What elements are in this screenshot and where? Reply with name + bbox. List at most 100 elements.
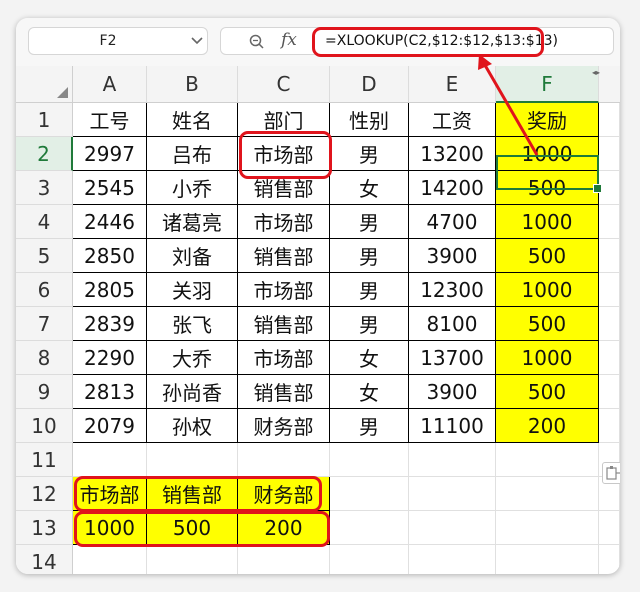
row-header-12[interactable]: 12: [16, 477, 73, 511]
cell-a9[interactable]: 2813: [73, 375, 147, 409]
paste-options-icon[interactable]: [602, 462, 620, 484]
cell-a13[interactable]: 1000: [73, 511, 147, 545]
cell-e12[interactable]: [409, 477, 496, 511]
cell-a5[interactable]: 2850: [73, 239, 147, 273]
cell-d13[interactable]: [330, 511, 409, 545]
formula-input-area[interactable]: fx =XLOOKUP(C2,$12:$12,$13:$13): [220, 27, 614, 55]
cell-b2[interactable]: 吕布: [147, 137, 238, 171]
row-header-7[interactable]: 7: [16, 307, 73, 341]
cell-empty[interactable]: [599, 103, 620, 137]
cell-b1[interactable]: 姓名: [147, 103, 238, 137]
row-header-11[interactable]: 11: [16, 443, 73, 477]
cell-f3[interactable]: 500: [496, 171, 599, 205]
cell-c2[interactable]: 市场部: [238, 137, 330, 171]
cell-d12[interactable]: [330, 477, 409, 511]
column-header-c[interactable]: C: [238, 66, 330, 103]
column-header-e[interactable]: E: [409, 66, 496, 103]
cell-f7[interactable]: 500: [496, 307, 599, 341]
function-icon[interactable]: fx: [281, 30, 297, 50]
cell-a6[interactable]: 2805: [73, 273, 147, 307]
cell-c11[interactable]: [238, 443, 330, 477]
column-header-b[interactable]: B: [147, 66, 238, 103]
cell-c6[interactable]: 市场部: [238, 273, 330, 307]
cell-empty[interactable]: [599, 137, 620, 171]
cell-b12[interactable]: 销售部: [147, 477, 238, 511]
cell-d6[interactable]: 男: [330, 273, 409, 307]
cell-empty[interactable]: [599, 545, 620, 574]
cell-d9[interactable]: 女: [330, 375, 409, 409]
cell-a10[interactable]: 2079: [73, 409, 147, 443]
cell-c14[interactable]: [238, 545, 330, 574]
cell-f4[interactable]: 1000: [496, 205, 599, 239]
cell-empty[interactable]: [599, 239, 620, 273]
cell-e13[interactable]: [409, 511, 496, 545]
cell-empty[interactable]: [599, 341, 620, 375]
cell-c1[interactable]: 部门: [238, 103, 330, 137]
cell-e2[interactable]: 13200: [409, 137, 496, 171]
cell-e3[interactable]: 14200: [409, 171, 496, 205]
cell-f14[interactable]: [496, 545, 599, 574]
select-all-corner[interactable]: [16, 66, 73, 103]
row-header-10[interactable]: 10: [16, 409, 73, 443]
chevron-down-icon[interactable]: [187, 34, 207, 48]
cell-c3[interactable]: 销售部: [238, 171, 330, 205]
row-header-8[interactable]: 8: [16, 341, 73, 375]
cell-c10[interactable]: 财务部: [238, 409, 330, 443]
cell-f9[interactable]: 500: [496, 375, 599, 409]
column-header-a[interactable]: A: [73, 66, 147, 103]
cell-empty[interactable]: [599, 273, 620, 307]
cell-d4[interactable]: 男: [330, 205, 409, 239]
cell-b8[interactable]: 大乔: [147, 341, 238, 375]
cell-c12[interactable]: 财务部: [238, 477, 330, 511]
cell-c9[interactable]: 销售部: [238, 375, 330, 409]
row-header-5[interactable]: 5: [16, 239, 73, 273]
cell-c13[interactable]: 200: [238, 511, 330, 545]
cell-d3[interactable]: 女: [330, 171, 409, 205]
cell-c8[interactable]: 市场部: [238, 341, 330, 375]
cell-a12[interactable]: 市场部: [73, 477, 147, 511]
cell-d1[interactable]: 性别: [330, 103, 409, 137]
cell-e8[interactable]: 13700: [409, 341, 496, 375]
cell-a8[interactable]: 2290: [73, 341, 147, 375]
cell-e4[interactable]: 4700: [409, 205, 496, 239]
row-header-4[interactable]: 4: [16, 205, 73, 239]
cell-e11[interactable]: [409, 443, 496, 477]
cell-f8[interactable]: 1000: [496, 341, 599, 375]
cell-b11[interactable]: [147, 443, 238, 477]
cell-b5[interactable]: 刘备: [147, 239, 238, 273]
cell-e10[interactable]: 11100: [409, 409, 496, 443]
cell-a11[interactable]: [73, 443, 147, 477]
formula-text[interactable]: =XLOOKUP(C2,$12:$12,$13:$13): [325, 33, 558, 49]
cell-e14[interactable]: [409, 545, 496, 574]
cell-a14[interactable]: [73, 545, 147, 574]
cell-a4[interactable]: 2446: [73, 205, 147, 239]
cell-f5[interactable]: 500: [496, 239, 599, 273]
cell-f2[interactable]: 1000: [496, 137, 599, 171]
cell-a1[interactable]: 工号: [73, 103, 147, 137]
column-header-d[interactable]: D: [330, 66, 409, 103]
cell-d2[interactable]: 男: [330, 137, 409, 171]
cell-f1[interactable]: 奖励: [496, 103, 599, 137]
cell-a7[interactable]: 2839: [73, 307, 147, 341]
cell-c5[interactable]: 销售部: [238, 239, 330, 273]
cell-empty[interactable]: [599, 409, 620, 443]
cell-d10[interactable]: 男: [330, 409, 409, 443]
cell-f10[interactable]: 200: [496, 409, 599, 443]
cell-b6[interactable]: 关羽: [147, 273, 238, 307]
name-box[interactable]: F2: [28, 27, 208, 55]
cell-f6[interactable]: 1000: [496, 273, 599, 307]
cell-f13[interactable]: [496, 511, 599, 545]
cell-d5[interactable]: 男: [330, 239, 409, 273]
cell-b13[interactable]: 500: [147, 511, 238, 545]
cell-a3[interactable]: 2545: [73, 171, 147, 205]
cell-b9[interactable]: 孙尚香: [147, 375, 238, 409]
cell-d7[interactable]: 男: [330, 307, 409, 341]
cell-empty[interactable]: [599, 205, 620, 239]
row-header-6[interactable]: 6: [16, 273, 73, 307]
row-header-2[interactable]: 2: [16, 137, 73, 171]
column-resize-icon[interactable]: ◂▸: [592, 68, 600, 77]
zoom-icon[interactable]: [249, 34, 264, 49]
cell-d14[interactable]: [330, 545, 409, 574]
cell-a2[interactable]: 2997: [73, 137, 147, 171]
row-header-9[interactable]: 9: [16, 375, 73, 409]
